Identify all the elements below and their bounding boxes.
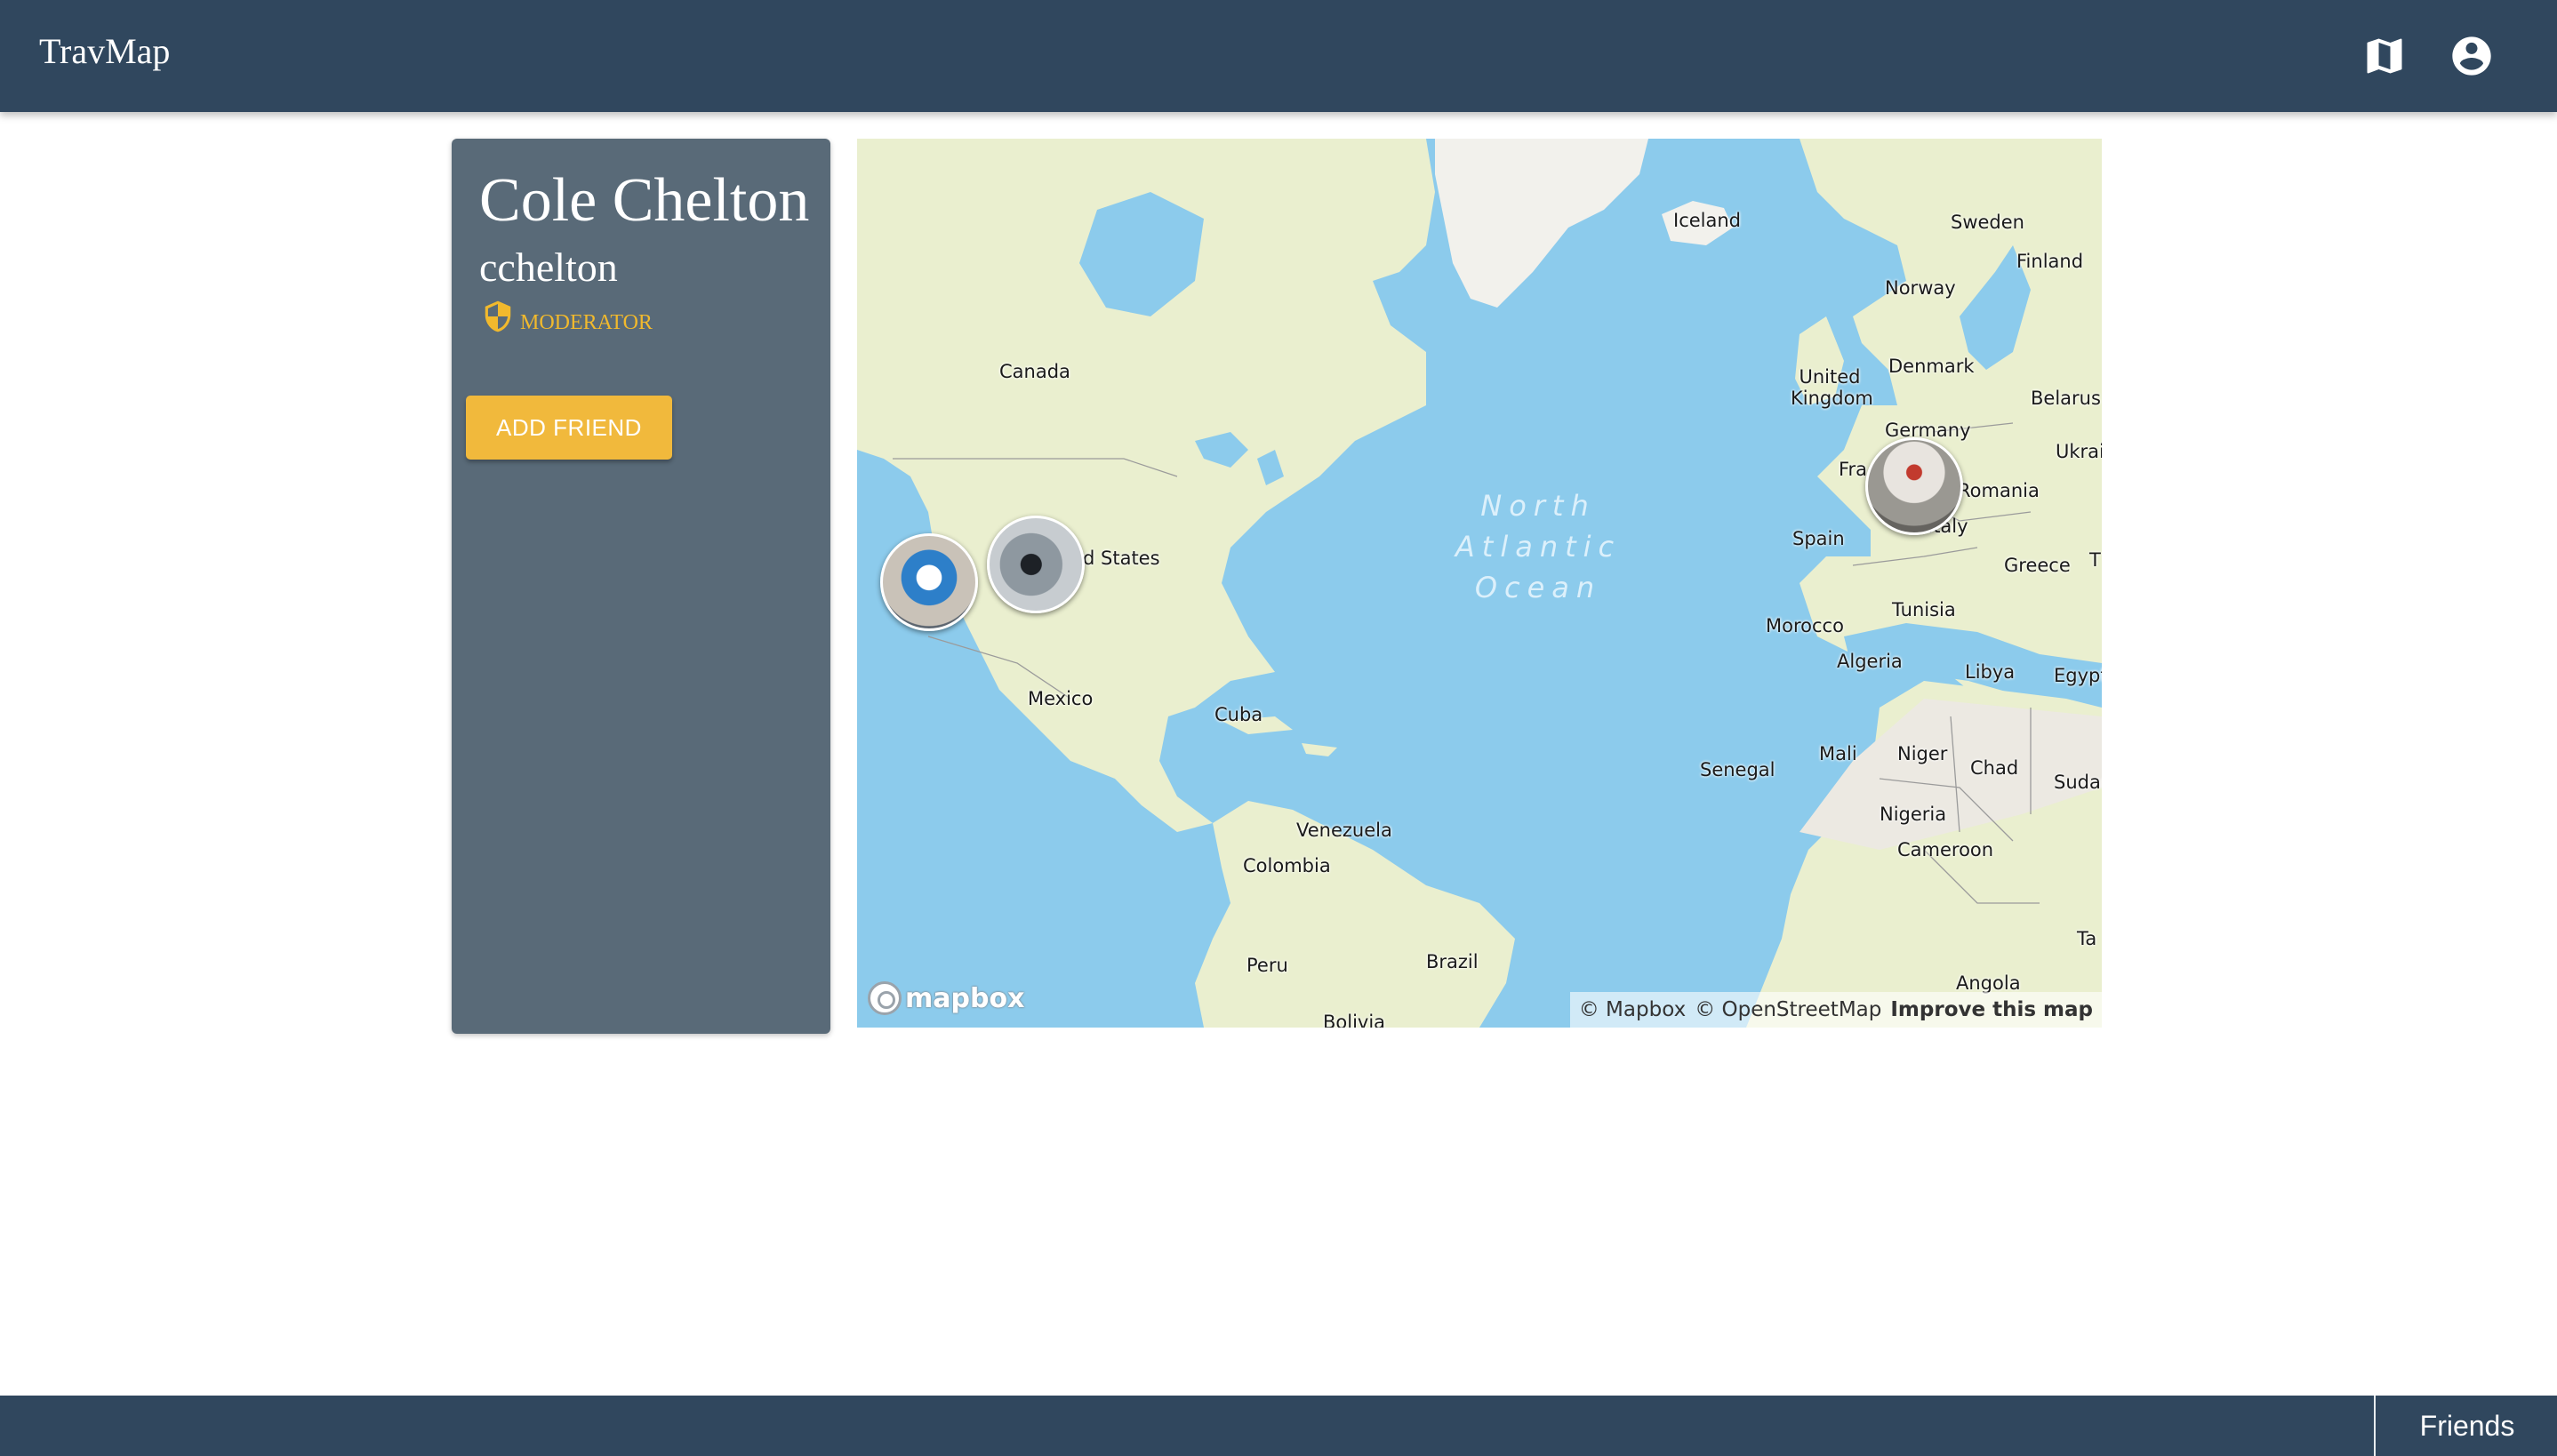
friends-tab[interactable]: Friends (2374, 1396, 2557, 1456)
country-label: Ta (2077, 928, 2097, 949)
photo-marker-western-us[interactable] (987, 516, 1085, 613)
country-label: Romania (1958, 480, 2040, 501)
country-label: Peru (1246, 955, 1288, 976)
profile-username: cchelton (479, 244, 618, 290)
country-label: Sweden (1951, 212, 2024, 233)
travel-map[interactable]: North Atlantic Ocean Iceland Sweden Finl… (857, 139, 2102, 1028)
country-label: Morocco (1766, 615, 1844, 636)
country-label: Greece (2004, 555, 2071, 576)
country-label: T (2089, 549, 2101, 571)
country-label: Ukrai (2056, 441, 2102, 462)
app-bar: TravMap (0, 0, 2557, 112)
country-label: Chad (1970, 757, 2019, 779)
country-label: Belarus (2031, 388, 2101, 409)
country-label: Mexico (1028, 688, 1094, 709)
ocean-label: North Atlantic Ocean (1455, 489, 1622, 604)
map-icon[interactable] (2361, 33, 2408, 79)
bottom-bar: Friends (0, 1396, 2557, 1456)
mapbox-logo[interactable]: mapbox (868, 978, 1024, 1019)
add-friend-button[interactable]: ADD FRIEND (466, 396, 672, 460)
profile-card: Cole Chelton cchelton MODERATOR ADD FRIE… (452, 139, 830, 1034)
country-label: Cuba (1214, 704, 1263, 725)
app-title[interactable]: TravMap (39, 30, 170, 72)
country-label: Denmark (1888, 356, 1975, 377)
country-label: Spain (1792, 528, 1845, 549)
country-label: Bolivia (1323, 1012, 1386, 1028)
country-label: Egypt (2054, 665, 2102, 686)
photo-marker-california[interactable] (880, 533, 978, 631)
country-label: Mali (1819, 743, 1857, 764)
country-label: Fra (1839, 459, 1868, 480)
profile-full-name: Cole Chelton (479, 166, 810, 235)
country-label: Sudar (2054, 772, 2102, 793)
country-label: Finland (2016, 251, 2084, 272)
country-label: Algeria (1837, 651, 1903, 672)
country-label: Norway (1885, 277, 1956, 299)
country-label: Iceland (1673, 210, 1742, 231)
country-label: Nigeria (1880, 804, 1947, 825)
country-label: Tunisia (1892, 599, 1956, 620)
country-label: Canada (999, 361, 1070, 382)
country-label: Germany (1885, 420, 1971, 441)
role-label: MODERATOR (520, 311, 653, 334)
photo-marker-italy[interactable] (1865, 437, 1963, 535)
country-label: Venezuela (1296, 820, 1392, 841)
country-label: Niger (1897, 743, 1948, 764)
country-label: Cameroon (1897, 839, 1994, 860)
country-label: Senegal (1700, 759, 1775, 780)
improve-map-link[interactable]: Improve this map (1890, 998, 2093, 1021)
shield-icon (481, 299, 515, 334)
country-label: Brazil (1426, 951, 1479, 972)
country-label: Angola (1956, 972, 2021, 994)
country-label: d States (1083, 548, 1160, 569)
country-label: Libya (1965, 661, 2016, 683)
mapbox-logo-icon (868, 981, 902, 1015)
map-attribution: © Mapbox © OpenStreetMap Improve this ma… (1569, 992, 2102, 1028)
mapbox-attribution-link[interactable]: © Mapbox (1579, 998, 1686, 1021)
osm-attribution-link[interactable]: © OpenStreetMap (1695, 998, 1881, 1021)
account-circle-icon[interactable] (2449, 33, 2495, 79)
country-label: Colombia (1243, 855, 1331, 876)
country-label: United Kingdom (1791, 366, 1873, 410)
